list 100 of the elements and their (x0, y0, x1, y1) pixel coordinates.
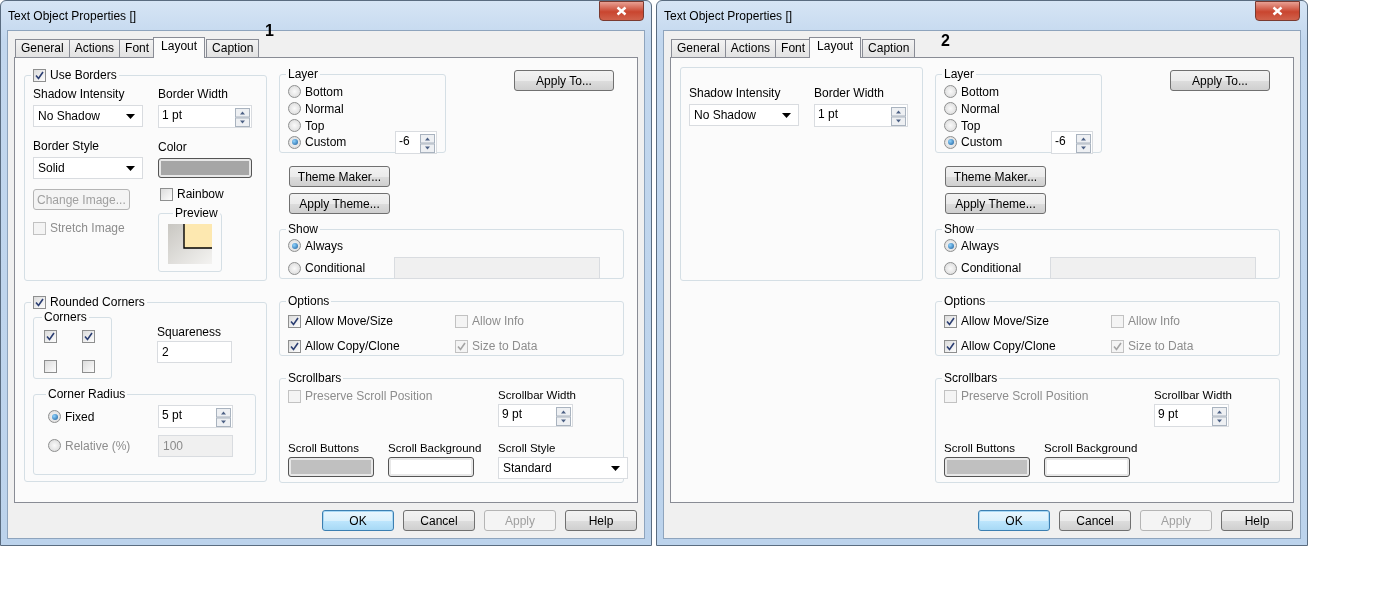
radio-button[interactable] (288, 85, 301, 98)
dropdown[interactable]: No Shadow (689, 104, 799, 126)
checkbox[interactable] (944, 339, 957, 353)
color-swatch[interactable] (1044, 457, 1130, 477)
spin-box[interactable]: 9 pt (1154, 404, 1229, 427)
spin-box[interactable]: 1 pt (158, 105, 252, 128)
group-label: Corners (44, 310, 87, 324)
close-icon (616, 5, 627, 16)
dialog-button[interactable]: Cancel (1059, 510, 1131, 531)
spin-box[interactable]: 9 pt (498, 404, 573, 427)
spin-box[interactable]: 5 pt (158, 405, 233, 428)
tab[interactable]: Layout (809, 37, 862, 58)
tab[interactable]: Actions (724, 39, 777, 57)
checkbox[interactable] (288, 339, 301, 353)
tab[interactable]: Font (775, 39, 812, 57)
radio-label[interactable]: Bottom (305, 84, 343, 99)
theme-maker-button[interactable]: Theme Maker... (289, 166, 390, 187)
spin-box[interactable]: -6 (1051, 130, 1093, 154)
checkbox-label[interactable]: Allow Copy/Clone (961, 339, 1056, 353)
annotation-number: 1 (265, 22, 274, 40)
caret-icon (126, 165, 135, 171)
radio-label[interactable]: Custom (305, 135, 347, 149)
field-label: Color (158, 140, 188, 154)
spin-box[interactable]: 1 pt (814, 104, 908, 127)
radio-button[interactable] (944, 239, 957, 252)
checkbox[interactable] (33, 295, 46, 309)
checkbox-label[interactable]: Allow Copy/Clone (305, 339, 400, 353)
tab[interactable]: Layout (153, 37, 206, 58)
radio-button[interactable] (288, 135, 301, 149)
radio-label[interactable]: Custom (961, 135, 1003, 149)
radio-label[interactable]: Conditional (305, 261, 366, 275)
dialog-button[interactable]: Cancel (403, 510, 475, 531)
field-label: Squareness (157, 325, 223, 339)
tab[interactable]: Actions (68, 39, 121, 57)
radio-button[interactable] (288, 119, 301, 132)
dialog-button[interactable]: Help (1221, 510, 1293, 531)
dropdown[interactable]: Standard (498, 457, 628, 479)
radio-label[interactable]: Normal (305, 101, 344, 116)
checkbox[interactable] (33, 68, 46, 82)
checkbox[interactable] (82, 329, 95, 343)
radio-button[interactable] (944, 261, 957, 275)
dialog-button[interactable]: OK (978, 510, 1050, 531)
checkbox-label[interactable]: Rounded Corners (50, 295, 145, 309)
tab[interactable]: Font (119, 39, 156, 57)
color-swatch[interactable] (288, 457, 374, 477)
radio-button[interactable] (288, 102, 301, 115)
close-icon (1272, 5, 1283, 16)
caret-icon (126, 113, 135, 119)
tab[interactable]: Caption (862, 39, 916, 57)
caret-icon (611, 465, 620, 471)
dropdown[interactable]: Solid (33, 157, 143, 179)
checkbox[interactable] (160, 187, 173, 201)
annotation-number: 2 (941, 32, 950, 50)
checkbox[interactable] (944, 314, 957, 328)
radio-button[interactable] (288, 239, 301, 252)
apply-to-button[interactable]: Apply To... (1170, 70, 1270, 91)
group-label: Options (944, 294, 986, 308)
dropdown[interactable]: No Shadow (33, 105, 143, 127)
color-swatch[interactable] (944, 457, 1030, 477)
radio-label[interactable]: Top (961, 118, 981, 133)
radio-label[interactable]: Top (305, 118, 325, 133)
checkbox-label[interactable]: Allow Move/Size (961, 314, 1050, 328)
tab[interactable]: Caption (206, 39, 260, 57)
radio-label[interactable]: Always (305, 238, 343, 253)
radio-label[interactable]: Fixed (65, 409, 95, 424)
radio-button[interactable] (944, 85, 957, 98)
checkbox-label[interactable]: Rainbow (177, 187, 224, 201)
dialog-button[interactable]: Help (565, 510, 637, 531)
checkbox[interactable] (44, 329, 57, 343)
color-swatch[interactable] (158, 158, 252, 178)
radio-button[interactable] (944, 135, 957, 149)
close-button[interactable] (599, 0, 644, 21)
field-label: Border Width (158, 87, 230, 101)
checkbox-label[interactable]: Allow Move/Size (305, 314, 394, 328)
color-swatch[interactable] (388, 457, 474, 477)
radio-label[interactable]: Always (961, 238, 999, 253)
radio-button[interactable] (48, 410, 61, 423)
apply-theme-button[interactable]: Apply Theme... (945, 193, 1046, 214)
checkbox-label[interactable]: Use Borders (50, 68, 117, 82)
text-field[interactable]: 2 (157, 341, 232, 363)
radio-button[interactable] (944, 102, 957, 115)
checkbox[interactable] (288, 314, 301, 328)
checkbox[interactable] (44, 359, 57, 373)
close-button[interactable] (1255, 0, 1300, 21)
radio-label[interactable]: Conditional (961, 261, 1022, 275)
radio-label[interactable]: Bottom (961, 84, 999, 99)
tab[interactable]: General (671, 39, 726, 57)
checkbox[interactable] (82, 359, 95, 373)
spin-box[interactable]: -6 (395, 130, 437, 154)
apply-theme-button[interactable]: Apply Theme... (289, 193, 390, 214)
field-label: Scroll Background (388, 441, 483, 455)
apply-to-button[interactable]: Apply To... (514, 70, 614, 91)
theme-maker-button[interactable]: Theme Maker... (945, 166, 1046, 187)
tab[interactable]: General (15, 39, 70, 57)
field-label: Scroll Buttons (944, 441, 1016, 455)
radio-button[interactable] (288, 261, 301, 275)
radio-button[interactable] (944, 119, 957, 132)
radio-label[interactable]: Normal (961, 101, 1000, 116)
field-label: Border Width (814, 86, 886, 100)
dialog-button[interactable]: OK (322, 510, 394, 531)
